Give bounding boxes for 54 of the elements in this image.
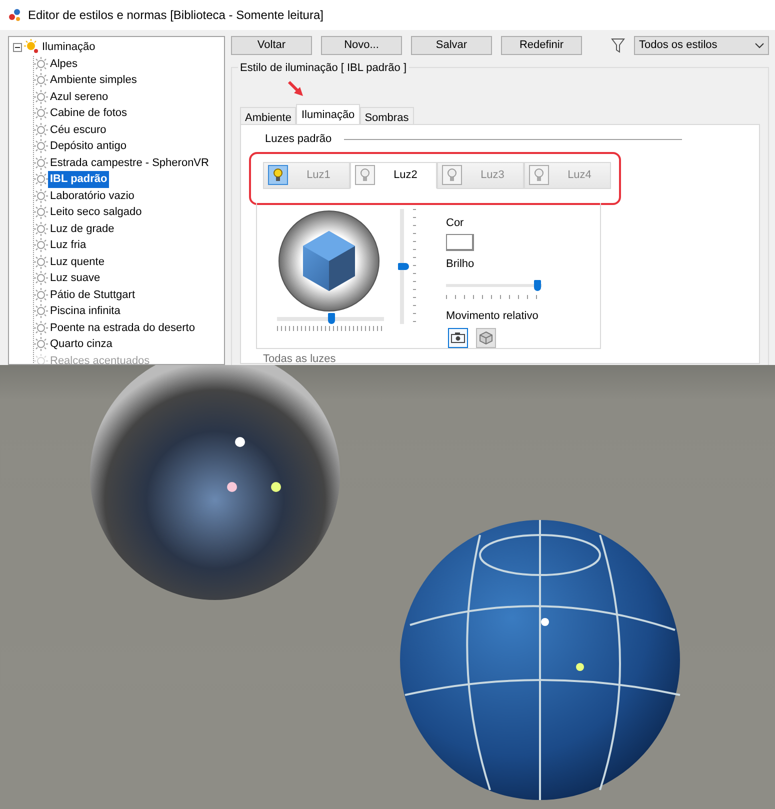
filter-icon[interactable] [611,38,625,54]
window-title: Editor de estilos e normas [Biblioteca - Somente leitura] [28,7,324,24]
light-bulb-icon [273,168,283,182]
model-mode-button[interactable] [476,328,496,348]
tab[interactable]: Sombras [360,107,414,124]
light-toggle-button[interactable] [442,165,462,185]
toolbar-button[interactable]: Salvar [411,36,492,55]
collapse-toggle[interactable] [13,42,22,52]
tree-item[interactable]: Depósito antigo [48,138,128,154]
chevron-down-icon [755,42,764,48]
light-bulb-icon [360,168,370,182]
tab[interactable]: Iluminação [296,104,360,124]
cube-icon [479,330,493,345]
tree-item[interactable]: Azul sereno [48,88,110,105]
tree-item[interactable]: Quarto cinza [48,336,114,352]
section-title: Luzes padrão [265,132,332,147]
light-toggle-button[interactable] [268,165,288,185]
light-toggle-button[interactable] [529,165,549,185]
movement-label: Movimento relativo [446,309,540,324]
app-logo-icon [8,8,22,22]
tree-item[interactable]: Luz quente [48,254,106,270]
tree-item[interactable]: Leito seco salgado [48,204,144,220]
tree-item[interactable]: Cabine de fotos [48,105,130,122]
tab[interactable]: Ambiente [240,107,296,124]
tree-item[interactable]: Luz de grade [48,220,116,237]
pointer-arrow-icon [287,80,305,98]
camera-icon [451,332,465,344]
light-tab[interactable]: Luz2 [350,162,437,188]
light-toggle-button[interactable] [355,165,375,185]
color-label: Cor [446,216,465,230]
tree-item[interactable]: Pátio de Stuttgart [48,286,137,303]
brightness-label: Brilho [446,257,476,272]
toolbar-button[interactable]: Novo... [321,36,402,55]
sun-icon [24,39,40,56]
section-title: Todas as luzes [263,352,337,366]
tree-item[interactable]: IBL padrão [48,171,110,188]
tree-item[interactable]: Ambiente simples [48,72,139,88]
tree-item[interactable]: Estrada campestre - SpheronVR [48,154,211,171]
light-bulb-icon [447,168,457,182]
tree-item[interactable]: Laboratório vazio [48,188,136,204]
tree-item[interactable]: Céu escuro [48,122,108,138]
style-filter-dropdown[interactable]: Todos os estilos [634,36,769,55]
tree-item[interactable]: Poente na estrada do deserto [48,320,197,336]
tree-item[interactable]: Piscina infinita [48,303,122,320]
light-bulb-icon [534,168,544,182]
camera-mode-button[interactable] [448,328,468,348]
tree-item[interactable]: Luz fria [48,237,88,254]
tree-item[interactable]: Iluminação [40,39,98,56]
tree-item[interactable]: Alpes [48,56,80,72]
color-swatch[interactable] [446,234,474,252]
group-title: Estilo de iluminação [ IBL padrão ] [238,60,409,76]
toolbar-button[interactable]: Voltar [231,36,312,55]
toolbar-button[interactable]: Redefinir [501,36,582,55]
tree-item[interactable]: Luz suave [48,270,102,286]
